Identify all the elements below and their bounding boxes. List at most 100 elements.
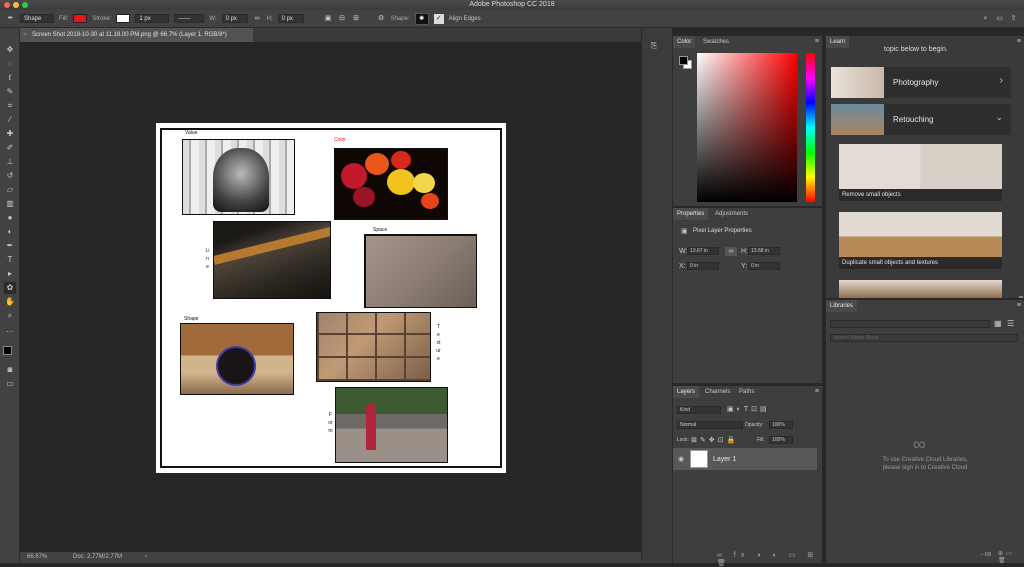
width-field[interactable]: 0 px	[221, 14, 248, 23]
tab-learn[interactable]: Learn	[826, 36, 850, 48]
tab-strip	[253, 28, 641, 42]
share-icon[interactable]: ⇪	[1009, 14, 1018, 23]
visibility-eye-icon[interactable]: ◉	[678, 455, 684, 463]
layer-actions-bar[interactable]: ∞ fx ◑ ◐ ▭ ⊞ 🗑	[717, 551, 822, 567]
layer-filter-kind[interactable]: Kind	[677, 406, 721, 414]
eyedropper-tool-icon[interactable]: ⁄	[4, 114, 16, 126]
panel-menu-icon[interactable]: ≡	[815, 38, 819, 45]
blend-mode-select[interactable]: Normal	[677, 421, 743, 429]
opacity-field[interactable]: 100%	[769, 421, 793, 429]
list-view-icon[interactable]: ☰	[1007, 319, 1014, 328]
crop-tool-icon[interactable]: ⌗	[4, 100, 16, 112]
learn-menu-icon[interactable]: ≡	[1017, 38, 1021, 45]
blur-tool-icon[interactable]: ●	[4, 212, 16, 224]
screen-mode-icon[interactable]: ▭	[4, 378, 16, 390]
prop-x-field[interactable]: 0 in	[687, 262, 719, 270]
tab-layers[interactable]: Layers	[673, 386, 700, 398]
more-tools-icon[interactable]: …	[4, 324, 16, 336]
stroke-type-select[interactable]: ——	[174, 14, 205, 23]
document-canvas[interactable]: Value Color Line Space Shape Texture For…	[156, 123, 506, 473]
stroke-swatch[interactable]	[116, 14, 131, 23]
stock-search-input[interactable]: Search Adobe Stock	[830, 334, 1018, 342]
document-tab[interactable]: × Screen Shot 2019-10-30 at 11.18.00 PM.…	[20, 28, 253, 42]
h-label: H:	[266, 15, 273, 22]
quick-selection-tool-icon[interactable]: ✎	[4, 86, 16, 98]
prop-height-field[interactable]: 13.68 in	[748, 247, 780, 255]
healing-brush-tool-icon[interactable]: ✚	[4, 128, 16, 140]
topic-retouching[interactable]: Retouching ⌄	[831, 104, 1011, 135]
history-panel-icon[interactable]: ⎘	[648, 40, 660, 52]
tab-color[interactable]: Color	[673, 36, 696, 48]
learn-scrollbar[interactable]	[1019, 296, 1023, 298]
card-next[interactable]	[839, 280, 1002, 298]
custom-shape-tool-icon[interactable]: ✿	[4, 282, 16, 294]
history-brush-tool-icon[interactable]: ↺	[4, 170, 16, 182]
lock-icons[interactable]: ⊠✎✥⊡🔒	[691, 436, 738, 444]
grid-view-icon[interactable]: ▦	[994, 319, 1002, 328]
zoom-tool-icon[interactable]: ⌕	[4, 310, 16, 322]
stroke-width-field[interactable]: 1 px	[135, 14, 170, 23]
close-window-button[interactable]	[4, 2, 10, 8]
tab-properties[interactable]: Properties	[673, 208, 709, 220]
library-actions[interactable]: ⊕▭🗑	[998, 550, 1024, 564]
layer-filter-icons[interactable]: ▣◐T⊡▤	[727, 405, 770, 413]
color-field[interactable]	[697, 53, 797, 202]
layer-row[interactable]: ◉ Layer 1	[673, 448, 817, 470]
search-icon[interactable]: ⌕	[981, 14, 990, 23]
layers-menu-icon[interactable]: ≡	[815, 388, 819, 395]
layer-name[interactable]: Layer 1	[713, 456, 736, 463]
path-arrangement-icon[interactable]: ⊞	[352, 14, 361, 23]
type-tool-icon[interactable]: T	[4, 254, 16, 266]
pen-tool-icon[interactable]: ✒	[4, 240, 16, 252]
fill-swatch[interactable]	[73, 14, 88, 23]
clone-stamp-tool-icon[interactable]: ⊥	[4, 156, 16, 168]
link-icon[interactable]: ∞	[253, 14, 262, 23]
pixel-layer-icon: ▣	[681, 228, 688, 235]
tab-adjustments[interactable]: Adjustments	[711, 208, 752, 220]
workspace-icon[interactable]: ▭	[995, 14, 1004, 23]
tab-paths[interactable]: Paths	[735, 386, 758, 398]
gear-icon[interactable]: ⚙	[377, 14, 386, 23]
prop-width-field[interactable]: 13.67 in	[687, 247, 719, 255]
shape-picker[interactable]: ✺	[414, 12, 429, 25]
canvas-area[interactable]: Value Color Line Space Shape Texture For…	[20, 42, 641, 552]
lasso-tool-icon[interactable]: ℓ	[4, 72, 16, 84]
prop-y-field[interactable]: 0 in	[748, 262, 780, 270]
height-field[interactable]: 0 px	[277, 14, 304, 23]
quick-mask-icon[interactable]: ◙	[4, 364, 16, 376]
card-remove-small-objects[interactable]: Remove small objects	[839, 144, 1002, 201]
photo-space-notebook	[364, 234, 477, 308]
minimize-window-button[interactable]	[13, 2, 19, 8]
tool-mode-select[interactable]: Shape	[20, 14, 54, 23]
gradient-tool-icon[interactable]: ▥	[4, 198, 16, 210]
zoom-level[interactable]: 66.67%	[27, 552, 47, 563]
pen-tool-preset-icon[interactable]: ✒	[6, 14, 15, 23]
status-menu-arrow-icon[interactable]: ›	[145, 552, 147, 563]
layer-fill-field[interactable]: 100%	[769, 436, 793, 444]
hand-tool-icon[interactable]: ✋	[4, 296, 16, 308]
path-selection-tool-icon[interactable]: ▸	[4, 268, 16, 280]
move-tool-icon[interactable]: ✥	[4, 44, 16, 56]
link-dimensions-icon[interactable]: ∞	[725, 247, 737, 256]
foreground-swatch[interactable]	[679, 56, 688, 65]
topic-photography[interactable]: Photography ›	[831, 67, 1011, 98]
brush-tool-icon[interactable]: ✐	[4, 142, 16, 154]
align-edges-checkbox[interactable]: ✓	[433, 13, 444, 24]
path-operations-icon[interactable]: ▣	[324, 14, 333, 23]
dodge-tool-icon[interactable]: ◐	[4, 226, 16, 238]
libraries-menu-icon[interactable]: ≡	[1017, 302, 1021, 309]
tab-swatches[interactable]: Swatches	[699, 36, 733, 48]
zoom-window-button[interactable]	[22, 2, 28, 8]
topic-photography-thumbnail	[831, 67, 884, 98]
tab-libraries[interactable]: Libraries	[826, 300, 858, 312]
path-alignment-icon[interactable]: ⊟	[338, 14, 347, 23]
library-select[interactable]	[830, 320, 990, 328]
marquee-tool-icon[interactable]: ◌	[4, 58, 16, 70]
eraser-tool-icon[interactable]: ▱	[4, 184, 16, 196]
close-tab-icon[interactable]: ×	[23, 28, 27, 42]
foreground-color-swatch[interactable]	[3, 346, 12, 355]
hue-slider[interactable]	[806, 53, 815, 202]
libraries-message-line2: please sign in to Creative Cloud	[882, 465, 968, 471]
card-duplicate-small-objects[interactable]: Duplicate small objects and textures	[839, 212, 1002, 269]
tab-channels[interactable]: Channels	[701, 386, 734, 398]
